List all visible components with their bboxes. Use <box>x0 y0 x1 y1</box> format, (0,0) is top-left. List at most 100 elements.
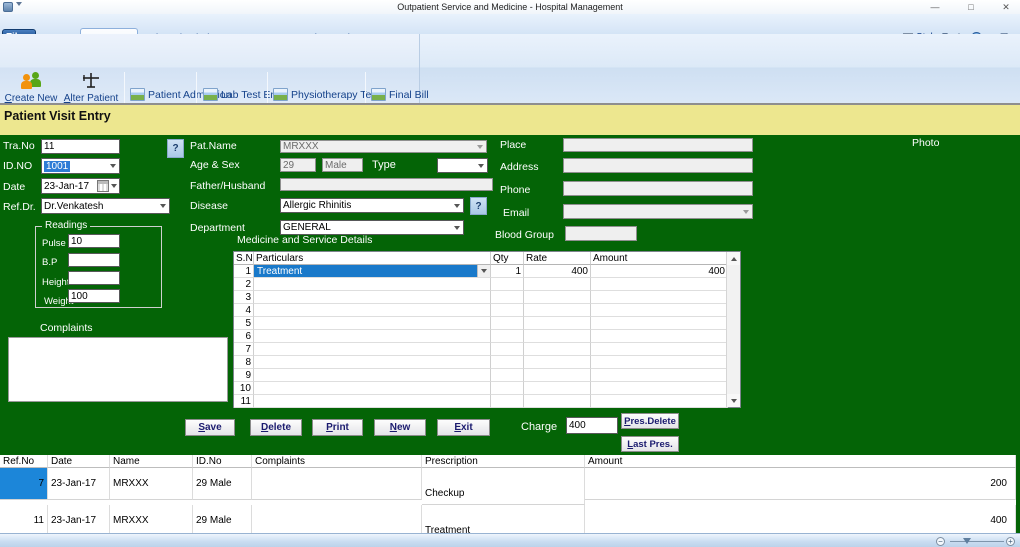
cell-qty[interactable]: 1 <box>491 265 524 278</box>
ref-dr-label: Ref.Dr. <box>3 201 36 213</box>
col-complaints: Complaints <box>252 455 422 468</box>
scroll-up-icon[interactable] <box>727 252 740 265</box>
form-header-band: Patient Visit Entry <box>0 105 1020 135</box>
status-bar: − + <box>0 533 1020 547</box>
sex-field[interactable]: Male <box>322 158 363 172</box>
patient-help-button[interactable]: ? <box>167 139 184 158</box>
department-combobox[interactable]: GENERAL <box>280 220 464 235</box>
weight-field[interactable]: 100 <box>68 289 120 303</box>
service-row[interactable]: 7 <box>234 343 740 356</box>
service-row[interactable]: 9 <box>234 369 740 382</box>
col-name: Name <box>110 455 193 468</box>
dropdown-icon[interactable] <box>450 221 463 234</box>
print-button[interactable]: Print <box>312 419 363 436</box>
ref-dr-combobox[interactable]: Dr.Venkatesh <box>41 198 170 214</box>
service-row[interactable]: 10 <box>234 382 740 395</box>
phone-field[interactable] <box>563 181 753 196</box>
id-no-combobox[interactable]: 1001 <box>41 158 120 174</box>
particulars-combobox[interactable]: Treatment <box>254 265 491 278</box>
disease-help-button[interactable]: ? <box>470 197 487 215</box>
cell-sno: 7 <box>234 343 254 356</box>
service-row[interactable]: 1 Treatment 1 400 400 <box>234 265 740 278</box>
dropdown-icon[interactable] <box>450 199 463 212</box>
blood-group-label: Blood Group <box>495 229 554 241</box>
delete-button[interactable]: Delete <box>250 419 302 436</box>
final-bill-button[interactable]: Final Bill <box>369 86 431 103</box>
cell-date[interactable]: 23-Jan-17 <box>48 468 110 500</box>
email-combobox[interactable] <box>563 204 753 219</box>
cell-sno: 10 <box>234 382 254 395</box>
col-ref-no: Ref.No <box>0 455 48 468</box>
type-label: Type <box>372 159 396 171</box>
physiotherapy-test-label: Physiotherapy Test <box>291 89 380 101</box>
pat-name-combobox[interactable]: MRXXX <box>280 140 487 153</box>
service-row[interactable]: 6 <box>234 330 740 343</box>
dropdown-icon[interactable] <box>474 159 487 172</box>
cell-complaints[interactable] <box>252 468 422 500</box>
date-value: 23-Jan-17 <box>44 181 89 192</box>
last-pres-label: Last Pres. <box>627 439 672 450</box>
calendar-dropdown-icon[interactable] <box>95 179 119 193</box>
place-field[interactable] <box>563 138 753 152</box>
age-field[interactable]: 29 <box>280 158 316 172</box>
cell-ref-no[interactable]: 7 <box>0 468 48 500</box>
dropdown-icon[interactable] <box>156 199 169 213</box>
pres-delete-button[interactable]: Pres.Delete <box>621 413 679 429</box>
cell-sno: 9 <box>234 369 254 382</box>
service-row[interactable]: 3 <box>234 291 740 304</box>
service-row[interactable]: 2 <box>234 278 740 291</box>
dropdown-icon[interactable] <box>477 265 490 277</box>
cell-rate[interactable]: 400 <box>524 265 591 278</box>
type-combobox[interactable] <box>437 158 488 173</box>
service-row[interactable]: 4 <box>234 304 740 317</box>
bp-field[interactable] <box>68 253 120 267</box>
service-row[interactable]: 8 <box>234 356 740 369</box>
dropdown-icon[interactable] <box>106 159 119 173</box>
menu-bar: File Master Transaction Lab Physiotherap… <box>0 14 1020 34</box>
new-button[interactable]: New <box>374 419 426 436</box>
father-husband-field[interactable] <box>280 178 493 191</box>
pulse-label: Pulse <box>42 238 66 249</box>
service-row[interactable]: 11 <box>234 395 740 408</box>
date-picker[interactable]: 23-Jan-17 <box>41 178 120 194</box>
col-sno: S.No <box>234 252 254 265</box>
pat-name-label: Pat.Name <box>190 140 237 152</box>
patients-icon <box>20 72 44 90</box>
zoom-slider-thumb[interactable] <box>963 538 971 544</box>
last-pres-button[interactable]: Last Pres. <box>621 436 679 452</box>
disease-combobox[interactable]: Allergic Rhinitis <box>280 198 464 213</box>
exit-button[interactable]: Exit <box>437 419 490 436</box>
history-row[interactable]: 7 23-Jan-17 MRXXX 29 Male Checkup 200 <box>0 468 1016 505</box>
vertical-scrollbar[interactable] <box>726 252 740 407</box>
col-particulars: Particulars <box>254 252 491 265</box>
blood-group-field[interactable] <box>565 226 637 241</box>
tra-no-field[interactable]: 11 <box>41 139 120 154</box>
pat-name-value: MRXXX <box>283 141 319 152</box>
pulse-field[interactable]: 10 <box>68 234 120 248</box>
cell-prescription[interactable]: Checkup <box>422 468 585 505</box>
close-button[interactable]: ✕ <box>992 0 1020 14</box>
minimize-button[interactable]: — <box>920 0 950 14</box>
charge-field[interactable]: 400 <box>566 417 618 434</box>
scroll-down-icon[interactable] <box>727 394 740 407</box>
zoom-out-icon[interactable]: − <box>936 537 945 546</box>
picture-icon <box>203 88 218 101</box>
cell-id-no[interactable]: 29 Male <box>193 468 252 500</box>
zoom-slider-track[interactable] <box>950 541 1004 542</box>
service-row[interactable]: 5 <box>234 317 740 330</box>
cell-amount[interactable]: 200 <box>585 468 1016 500</box>
cell-sno: 2 <box>234 278 254 291</box>
complaints-textarea[interactable] <box>8 337 228 402</box>
id-no-value: 1001 <box>44 161 70 172</box>
cell-amount[interactable]: 400 <box>591 265 728 278</box>
title-bar: Outpatient Service and Medicine - Hospit… <box>0 0 1020 14</box>
zoom-in-icon[interactable]: + <box>1006 537 1015 546</box>
address-field[interactable] <box>563 158 753 173</box>
height-field[interactable] <box>68 271 120 285</box>
maximize-button[interactable]: □ <box>956 0 986 14</box>
date-label: Date <box>3 181 25 193</box>
department-label: Department <box>190 222 245 234</box>
save-button[interactable]: Save <box>185 419 235 436</box>
tra-no-label: Tra.No <box>3 140 35 152</box>
cell-name[interactable]: MRXXX <box>110 468 193 500</box>
